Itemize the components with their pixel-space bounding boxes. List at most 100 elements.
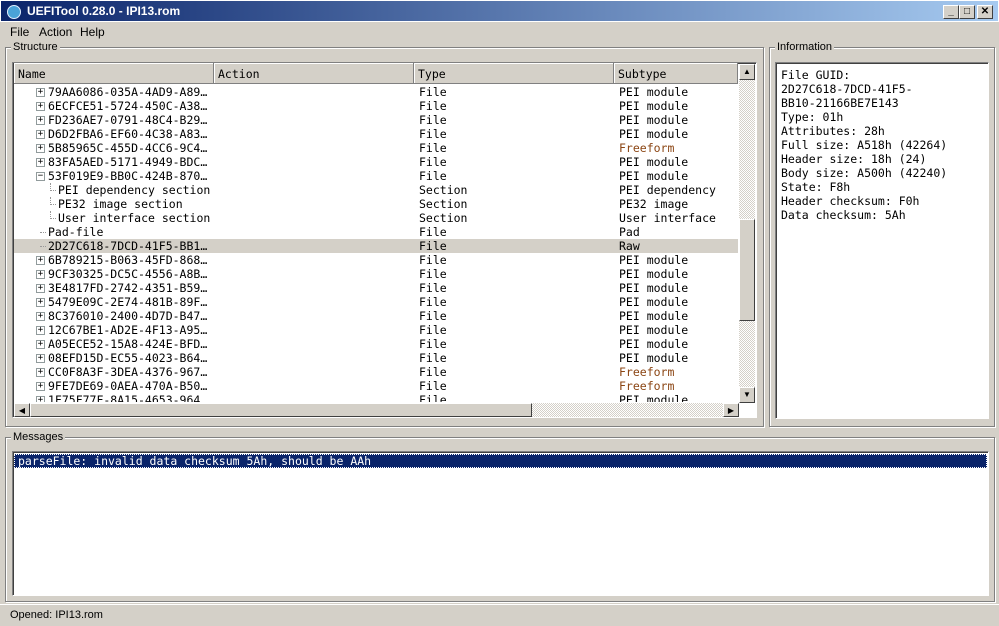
tree-row[interactable]: +9CF30325-DC5C-4556-A8B… File PEI module [14, 267, 738, 281]
cell-type: File [419, 267, 447, 281]
tree-row[interactable]: 2D27C618-7DCD-41F5-BB1… File Raw [14, 239, 738, 253]
cell-type: File [419, 99, 447, 113]
column-header-action[interactable]: Action [214, 63, 414, 84]
close-button[interactable]: ✕ [977, 5, 993, 19]
info-line: Data checksum: 5Ah [781, 208, 906, 222]
horizontal-scroll-thumb[interactable] [30, 403, 532, 417]
cell-name: 53F019E9-BB0C-424B-870… [48, 169, 208, 183]
expand-icon[interactable]: + [36, 382, 45, 391]
tree-row[interactable]: +5B85965C-455D-4CC6-9C4… File Freeform [14, 141, 738, 155]
tree-row[interactable]: +3E4817FD-2742-4351-B59… File PEI module [14, 281, 738, 295]
expand-icon[interactable]: + [36, 368, 45, 377]
cell-subtype: PEI module [619, 253, 689, 267]
column-header-name[interactable]: Name [14, 63, 214, 84]
cell-name: PEI dependency section [58, 183, 211, 197]
tree-line [50, 183, 56, 191]
info-line: Attributes: 28h [781, 124, 885, 138]
cell-subtype: PEI dependency [619, 183, 716, 197]
expand-icon[interactable]: + [36, 340, 45, 349]
cell-type: File [419, 337, 447, 351]
cell-subtype: User interface [619, 211, 716, 225]
expand-icon[interactable]: + [36, 130, 45, 139]
cell-name: 6ECFCE51-5724-450C-A38… [48, 99, 208, 113]
cell-subtype: PEI module [619, 295, 689, 309]
expand-icon[interactable]: + [36, 144, 45, 153]
message-item[interactable]: parseFile: invalid data checksum 5Ah, sh… [14, 454, 987, 468]
expand-icon[interactable]: + [36, 116, 45, 125]
tree-line [40, 232, 46, 233]
cell-type: File [419, 127, 447, 141]
cell-subtype: PEI module [619, 309, 689, 323]
tree-row[interactable]: + D6D2FBA6-EF60-4C38-A83… File PEI module [14, 127, 738, 141]
cell-subtype: PE32 image [619, 197, 689, 211]
expand-icon[interactable]: + [36, 298, 45, 307]
cell-name: Pad-file [48, 225, 104, 239]
menu-help[interactable]: Help [80, 25, 105, 39]
tree-row[interactable]: +83FA5AED-5171-4949-BDC… File PEI module [14, 155, 738, 169]
expand-icon[interactable]: + [36, 102, 45, 111]
information-text[interactable]: File GUID: 2D27C618-7DCD-41F5- BB10-21166B… [775, 62, 989, 419]
app-icon [7, 5, 21, 19]
expand-icon[interactable]: + [36, 312, 45, 321]
tree-row[interactable]: Pad-file File Pad [14, 225, 738, 239]
expand-icon[interactable]: + [36, 396, 45, 402]
vertical-scroll-thumb[interactable] [739, 219, 755, 321]
cell-type: File [419, 253, 447, 267]
cell-type: File [419, 239, 447, 253]
cell-subtype: PEI module [619, 155, 689, 169]
cell-subtype: PEI module [619, 337, 689, 351]
cell-type: File [419, 155, 447, 169]
messages-list[interactable]: parseFile: invalid data checksum 5Ah, sh… [12, 451, 989, 596]
cell-type: File [419, 169, 447, 183]
tree-row[interactable]: +5479E09C-2E74-481B-89F… File PEI module [14, 295, 738, 309]
tree-row[interactable]: +9FE7DE69-0AEA-470A-B50… File Freeform [14, 379, 738, 393]
expand-icon[interactable]: + [36, 256, 45, 265]
expand-icon[interactable]: + [36, 270, 45, 279]
tree-row[interactable]: +8C376010-2400-4D7D-B47… File PEI module [14, 309, 738, 323]
tree-row[interactable]: +6ECFCE51-5724-450C-A38… File PEI module [14, 99, 738, 113]
information-label: Information [775, 41, 835, 53]
expand-icon[interactable]: + [36, 88, 45, 97]
cell-subtype: PEI module [619, 127, 689, 141]
collapse-icon[interactable]: − [36, 172, 45, 181]
info-line: File GUID: [781, 68, 851, 82]
tree-row[interactable]: +79AA6086-035A-4AD9-A89… File PEI module [14, 85, 738, 99]
tree-row[interactable]: −53F019E9-BB0C-424B-870… File PEI module [14, 169, 738, 183]
tree-row[interactable]: +08EFD15D-EC55-4023-B64… File PEI module [14, 351, 738, 365]
scroll-right-button[interactable]: ▶ [723, 403, 739, 417]
scroll-up-button[interactable]: ▲ [739, 64, 755, 80]
expand-icon[interactable]: + [36, 354, 45, 363]
tree-row[interactable]: PE32 image section Section PE32 image [14, 197, 738, 211]
cell-type: File [419, 323, 447, 337]
expand-icon[interactable]: + [36, 284, 45, 293]
tree-row[interactable]: +1F75F77F-8A15-4653-964… File PEI module [14, 393, 738, 402]
menu-file[interactable]: File [10, 25, 29, 39]
tree-row[interactable]: PEI dependency section Section PEI depende… [14, 183, 738, 197]
window-title: UEFITool 0.28.0 - IPI13.rom [27, 4, 181, 18]
column-header-type[interactable]: Type [414, 63, 614, 84]
tree-row[interactable]: +6B789215-B063-45FD-868… File PEI module [14, 253, 738, 267]
tree-row[interactable]: + A05ECE52-15A8-424E-BFD… File PEI module [14, 337, 738, 351]
cell-name: 5479E09C-2E74-481B-89F… [48, 295, 208, 309]
maximize-button[interactable]: □ [959, 5, 975, 19]
scroll-down-button[interactable]: ▼ [739, 387, 755, 403]
expand-icon[interactable]: + [36, 326, 45, 335]
tree-line [50, 211, 56, 219]
cell-type: File [419, 295, 447, 309]
tree-row[interactable]: + CC0F8A3F-3DEA-4376-967… File Freeform [14, 365, 738, 379]
cell-subtype: PEI module [619, 169, 689, 183]
column-header-subtype[interactable]: Subtype [614, 63, 738, 84]
cell-type: File [419, 379, 447, 393]
expand-icon[interactable]: + [36, 158, 45, 167]
cell-type: File [419, 351, 447, 365]
minimize-button[interactable]: _ [943, 5, 959, 19]
info-line: BB10-21166BE7E143 [781, 96, 899, 110]
scroll-left-button[interactable]: ◀ [14, 403, 30, 417]
structure-tree[interactable]: Name Action Type Subtype +79AA6086-035A-… [12, 62, 757, 418]
info-line: 2D27C618-7DCD-41F5- [781, 82, 913, 96]
tree-row[interactable]: User interface section Section User interf… [14, 211, 738, 225]
cell-name: 83FA5AED-5171-4949-BDC… [48, 155, 208, 169]
tree-row[interactable]: + FD236AE7-0791-48C4-B29… File PEI module [14, 113, 738, 127]
menu-action[interactable]: Action [39, 25, 72, 39]
tree-row[interactable]: +12C67BE1-AD2E-4F13-A95… File PEI module [14, 323, 738, 337]
